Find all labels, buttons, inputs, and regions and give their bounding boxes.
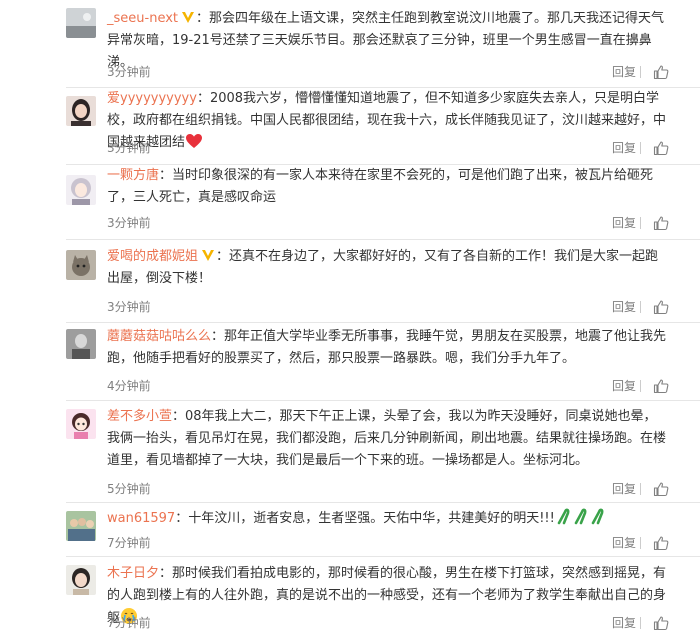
comment-text: 蘑蘑菇菇咕咕么么：那年正值大学毕业季无所事事，我睡午觉，男朋友在买股票，地震了他… (107, 329, 667, 366)
timestamp: 7分钟前 (107, 616, 151, 630)
comment-text: 爱喝的成都妮姐 ：还真不在身边了，大家都好好的，又有了各自新的工作！我们是大家一起… (107, 249, 659, 286)
comment-item: wan61597：十年汶川，逝者安息，生者坚强。天佑中华，共建美好的明天!!! … (0, 503, 700, 557)
divider (640, 66, 641, 78)
avatar[interactable] (66, 96, 96, 126)
comment-text: 爱yyyyyyyyyy：2008我六岁，懵懵懂懂知道地震了，但不知道多少家庭失去… (107, 91, 667, 150)
timestamp: 3分钟前 (107, 300, 151, 314)
comment-item: _seeu-next ：那会四年级在上语文课，突然主任跑到教室说汶川地震了。那几天… (0, 0, 700, 88)
timestamp: 3分钟前 (107, 141, 151, 155)
like-thumb-icon[interactable] (653, 215, 669, 231)
reply-button[interactable]: 回复 (612, 64, 636, 80)
username-link[interactable]: 爱喝的成都妮姐 (107, 249, 198, 264)
comment-item: 蘑蘑菇菇咕咕么么：那年正值大学毕业季无所事事，我睡午觉，男朋友在买股票，地震了他… (0, 321, 700, 401)
timestamp: 7分钟前 (107, 536, 151, 550)
divider (640, 617, 641, 629)
reply-button[interactable]: 回复 (612, 299, 636, 315)
comment-text: _seeu-next ：那会四年级在上语文课，突然主任跑到教室说汶川地震了。那几天… (107, 11, 665, 70)
avatar[interactable] (66, 565, 96, 595)
divider (640, 142, 641, 154)
red-heart-emoji-icon (186, 134, 203, 148)
comment-item: 爱yyyyyyyyyy：2008我六岁，懵懵懂懂知道地震了，但不知道多少家庭失去… (0, 88, 700, 167)
username-link[interactable]: 蘑蘑菇菇咕咕么么 (107, 329, 211, 344)
username-link[interactable]: 差不多小萱 (107, 409, 172, 424)
divider (640, 537, 641, 549)
reply-button[interactable]: 回复 (612, 215, 636, 231)
vip-badge-icon (182, 12, 194, 23)
comment-item: 爱喝的成都妮姐 ：还真不在身边了，大家都好好的，又有了各自新的工作！我们是大家一起… (0, 242, 700, 323)
like-thumb-icon[interactable] (653, 140, 669, 156)
like-thumb-icon[interactable] (653, 299, 669, 315)
like-thumb-icon[interactable] (653, 535, 669, 551)
comment-text: 一颗方唐：当时印象很深的有一家人本来待在家里不会死的，可是他们跑了出来，被瓦片给… (107, 168, 654, 205)
avatar[interactable] (66, 175, 96, 205)
username-link[interactable]: 一颗方唐 (107, 168, 159, 183)
avatar[interactable] (66, 329, 96, 359)
reply-button[interactable]: 回复 (612, 481, 636, 497)
comment-text: 差不多小萱：08年我上大二，那天下午正上课，头晕了会，我以为昨天没睡好，同桌说她… (107, 409, 667, 468)
avatar[interactable] (66, 8, 96, 38)
like-thumb-icon[interactable] (653, 64, 669, 80)
divider (66, 239, 700, 240)
avatar[interactable] (66, 250, 96, 280)
divider (640, 483, 641, 495)
comment-item: 差不多小萱：08年我上大二，那天下午正上课，头晕了会，我以为昨天没睡好，同桌说她… (0, 401, 700, 503)
comment-item: 一颗方唐：当时印象很深的有一家人本来待在家里不会死的，可是他们跑了出来，被瓦片给… (0, 167, 700, 242)
like-thumb-icon[interactable] (653, 378, 669, 394)
username-link[interactable]: _seeu-next (107, 11, 178, 26)
username-link[interactable]: wan61597 (107, 511, 175, 526)
avatar[interactable] (66, 409, 96, 439)
reply-button[interactable]: 回复 (612, 535, 636, 551)
green-ribbon-emoji-icon (557, 508, 604, 525)
comment-list: _seeu-next ：那会四年级在上语文课，突然主任跑到教室说汶川地震了。那几天… (0, 0, 700, 634)
divider (640, 217, 641, 229)
username-link[interactable]: 木子日夕 (107, 566, 159, 581)
timestamp: 5分钟前 (107, 482, 151, 496)
timestamp: 4分钟前 (107, 379, 151, 393)
username-link[interactable]: 爱yyyyyyyyyy (107, 91, 197, 106)
timestamp: 3分钟前 (107, 216, 151, 230)
reply-button[interactable]: 回复 (612, 378, 636, 394)
divider (640, 301, 641, 313)
like-thumb-icon[interactable] (653, 481, 669, 497)
timestamp: 3分钟前 (107, 65, 151, 79)
comment-item: 木子日夕：那时候我们看拍成电影的，那时候看的很心酸，男生在楼下打篮球，突然感到摇… (0, 557, 700, 634)
divider (640, 380, 641, 392)
reply-button[interactable]: 回复 (612, 615, 636, 631)
comment-text: wan61597：十年汶川，逝者安息，生者坚强。天佑中华，共建美好的明天!!! (107, 507, 667, 530)
reply-button[interactable]: 回复 (612, 140, 636, 156)
comment-text: 木子日夕：那时候我们看拍成电影的，那时候看的很心酸，男生在楼下打篮球，突然感到摇… (107, 566, 667, 626)
avatar[interactable] (66, 511, 96, 541)
vip-badge-icon (202, 250, 215, 261)
like-thumb-icon[interactable] (653, 615, 669, 631)
